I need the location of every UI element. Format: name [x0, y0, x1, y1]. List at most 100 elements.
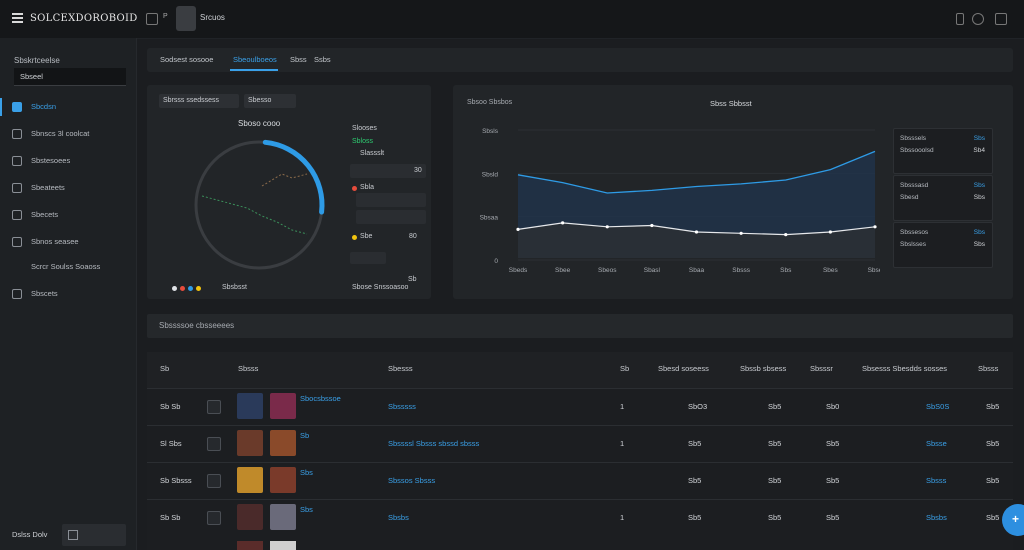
window-tab[interactable]: [176, 6, 196, 31]
data-point: [828, 230, 832, 234]
value-box: [356, 210, 426, 224]
row-value: Sb5: [986, 513, 1000, 522]
row-status[interactable]: Sbsse: [926, 439, 947, 448]
sidebar-item-4[interactable]: Sbecets: [0, 204, 136, 226]
row-status[interactable]: SbS0S: [926, 402, 949, 411]
sidebar-search-input[interactable]: Sbseel: [14, 68, 126, 86]
row-status[interactable]: Sbsbs: [926, 513, 947, 522]
x-tick-label: Sbaa: [689, 267, 705, 274]
section-bar: [147, 314, 1013, 338]
row-checkbox[interactable]: [207, 400, 221, 414]
tab-3[interactable]: Ssbs: [314, 55, 331, 64]
menu-icon[interactable]: [12, 13, 23, 23]
sidebar-item-3[interactable]: Sbeateets: [0, 177, 136, 199]
row-id: Sl Sbs: [160, 439, 182, 448]
row-count: 1: [620, 402, 625, 411]
column-header[interactable]: Sb: [160, 364, 169, 373]
tab-1[interactable]: Sbeoulboeos: [233, 55, 277, 64]
shield-icon: [12, 129, 22, 139]
sidebar-item-5[interactable]: Sbnos seasee: [0, 231, 136, 253]
sidebar-item-1[interactable]: Sbnscs 3l coolcat: [0, 123, 136, 145]
row-value: Sb5: [986, 476, 1000, 485]
yellow-dot-icon: [352, 235, 357, 240]
thumbnail: [270, 467, 296, 493]
tab-badge: P: [163, 13, 168, 20]
x-tick-label: Sbeos: [598, 267, 617, 274]
filter-pill[interactable]: Sbesso: [244, 94, 296, 108]
sidebar-item-0[interactable]: Sbcdsn: [0, 96, 136, 118]
row-checkbox[interactable]: [207, 474, 221, 488]
grid-icon[interactable]: [146, 13, 158, 25]
help-icon[interactable]: [972, 13, 984, 25]
row-value: Sb5: [768, 439, 782, 448]
column-header[interactable]: Sbsss: [978, 364, 998, 373]
sidebar-item-label: Sbnscs 3l coolcat: [31, 129, 90, 138]
row-name[interactable]: Sbs: [300, 468, 313, 477]
filter-pill[interactable]: Sbrsss ssedssess: [159, 94, 239, 108]
legend-dot: [196, 286, 201, 291]
data-point: [650, 223, 654, 228]
row-id: Sb Sbsss: [160, 476, 192, 485]
y-tick-label: Sbsld: [482, 171, 499, 178]
row-description[interactable]: Sbsbs: [388, 513, 409, 522]
column-header[interactable]: Sbssb sbsess: [740, 364, 786, 373]
data-point: [694, 230, 699, 234]
value-box: [350, 252, 386, 264]
column-header[interactable]: Sbesss: [388, 364, 413, 373]
grid-icon[interactable]: [68, 530, 78, 540]
sidebar-item-2[interactable]: Sbstesoees: [0, 150, 136, 172]
plus-icon: +: [1012, 512, 1020, 526]
sidebar-item-label: Sbstesoees: [31, 156, 71, 165]
column-header[interactable]: Sbesd soseess: [658, 364, 709, 373]
column-header[interactable]: Sbsss: [238, 364, 258, 373]
thumbnail: [237, 504, 263, 530]
sidebar-item-label: Sbcdsn: [31, 102, 57, 111]
folder-icon: [12, 210, 22, 220]
x-tick-label: Sbeds: [509, 267, 528, 274]
x-tick-label: Sbse: [868, 267, 880, 274]
stat-card[interactable]: Sbsssasd Sbesd Sbs Sbs: [893, 175, 993, 221]
stat-label: Sbsssels: [900, 135, 927, 142]
value-label: 80: [409, 233, 417, 240]
sidebar-heading: Sbskrtceelse: [14, 56, 60, 65]
stat-value: Sbs: [973, 182, 985, 189]
close-icon[interactable]: [995, 13, 1007, 25]
row-description[interactable]: Sbssssl Sbsss sbssd sbsss: [388, 439, 479, 448]
y-tick-label: 0: [494, 258, 498, 265]
x-tick-label: Sbee: [555, 267, 571, 274]
row-id: Sb Sb: [160, 402, 181, 411]
column-header[interactable]: Sbsssr: [810, 364, 833, 373]
row-value: Sb5: [826, 476, 840, 485]
row-name[interactable]: Sbs: [300, 505, 313, 514]
stat-card[interactable]: Sbssesos Sbslsses Sbs Sbs: [893, 222, 993, 268]
stat-value: Sbs: [973, 135, 985, 142]
row-name[interactable]: Sbocsbssoe: [300, 394, 341, 403]
sidebar-item-label: Scrcr Soulss Soaoss: [31, 262, 101, 271]
tab-0[interactable]: Sodsest sosooe: [160, 55, 213, 64]
app-brand: SOLCEXDOROBOID: [30, 13, 138, 24]
chart-icon: [12, 183, 22, 193]
value-label: Sb: [408, 276, 417, 283]
legend-item: Sbla: [360, 184, 375, 191]
row-name[interactable]: Sb: [300, 431, 309, 440]
legend-item: Slassslt: [360, 150, 385, 157]
gauge-trace-secondary: [261, 173, 308, 187]
stat-card[interactable]: Sbsssels Sbssooolsd Sbs Sb4: [893, 128, 993, 174]
row-checkbox[interactable]: [207, 437, 221, 451]
sidebar-item-6[interactable]: Scrcr Soulss Soaoss: [0, 256, 136, 278]
row-description[interactable]: Sbsssss: [388, 402, 416, 411]
row-description[interactable]: Sbssos Sbsss: [388, 476, 435, 485]
column-header[interactable]: Sbsesss Sbesdds sosses: [862, 364, 947, 373]
stat-value: Sbs: [973, 229, 985, 236]
row-checkbox[interactable]: [207, 511, 221, 525]
settings-icon[interactable]: [956, 13, 964, 25]
sidebar-item-7[interactable]: Sbscets: [0, 283, 136, 305]
row-status[interactable]: Sbsss: [926, 476, 946, 485]
column-header[interactable]: Sb: [620, 364, 629, 373]
footer-left: Sbsbsst: [222, 284, 247, 291]
thumbnail: [270, 504, 296, 530]
dashboard-icon: [12, 102, 22, 112]
row-value: Sb5: [688, 439, 702, 448]
window-title: Srcuos: [200, 13, 225, 22]
tab-2[interactable]: Sbss: [290, 55, 307, 64]
